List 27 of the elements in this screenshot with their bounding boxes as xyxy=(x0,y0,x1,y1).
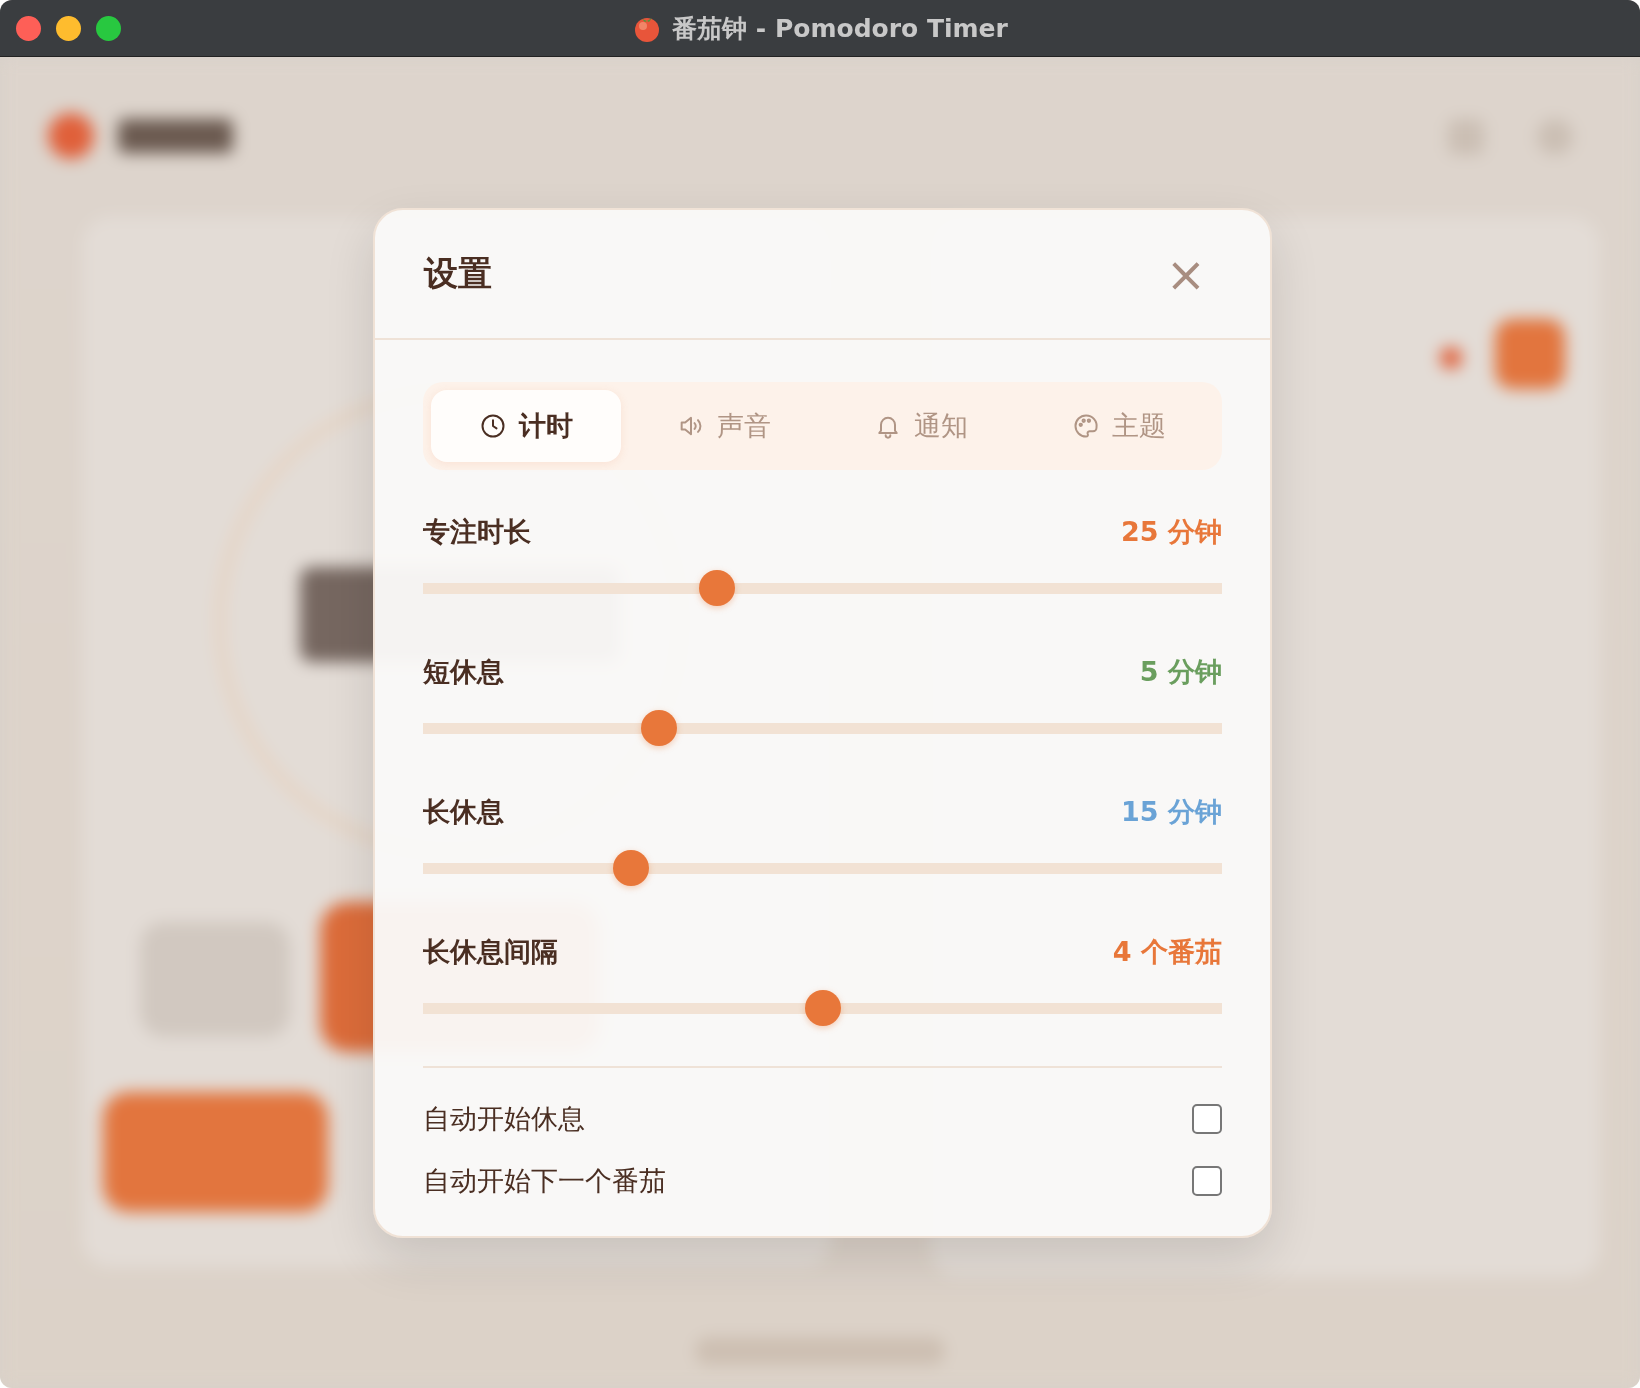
close-window-button[interactable] xyxy=(16,15,41,41)
checkbox[interactable] xyxy=(1192,1166,1222,1196)
close-button[interactable]: × xyxy=(1161,250,1210,298)
setting-value: 25 分钟 xyxy=(1121,515,1222,549)
setting-value: 15 分钟 xyxy=(1121,795,1222,829)
slider-thumb[interactable] xyxy=(699,570,736,606)
zoom-window-button[interactable] xyxy=(96,15,121,41)
settings-tab[interactable]: 主题 xyxy=(1024,390,1214,462)
checkbox[interactable] xyxy=(1192,1104,1222,1134)
setting-label: 专注时长 xyxy=(423,515,531,549)
settings-tab[interactable]: 计时 xyxy=(431,390,621,462)
slider-thumb[interactable] xyxy=(612,850,649,886)
slider-thumb[interactable] xyxy=(804,990,841,1026)
settings-tab[interactable]: 声音 xyxy=(628,390,819,462)
palette-icon xyxy=(1072,412,1101,440)
minimize-window-button[interactable] xyxy=(56,15,81,41)
setting-label: 长休息间隔 xyxy=(423,935,558,969)
dialog-title: 设置 xyxy=(424,252,492,295)
window-title: 番茄钟 - Pomodoro Timer xyxy=(672,12,1008,45)
settings-tab[interactable]: 通知 xyxy=(826,390,1017,462)
setting-value: 4 个番茄 xyxy=(1112,935,1222,969)
option-label: 自动开始休息 xyxy=(423,1102,585,1136)
setting-label: 长休息 xyxy=(423,795,504,829)
setting-value: 5 分钟 xyxy=(1139,655,1222,689)
slider-thumb[interactable] xyxy=(640,710,677,746)
option-label: 自动开始下一个番茄 xyxy=(423,1164,666,1198)
setting-label: 短休息 xyxy=(423,655,504,689)
